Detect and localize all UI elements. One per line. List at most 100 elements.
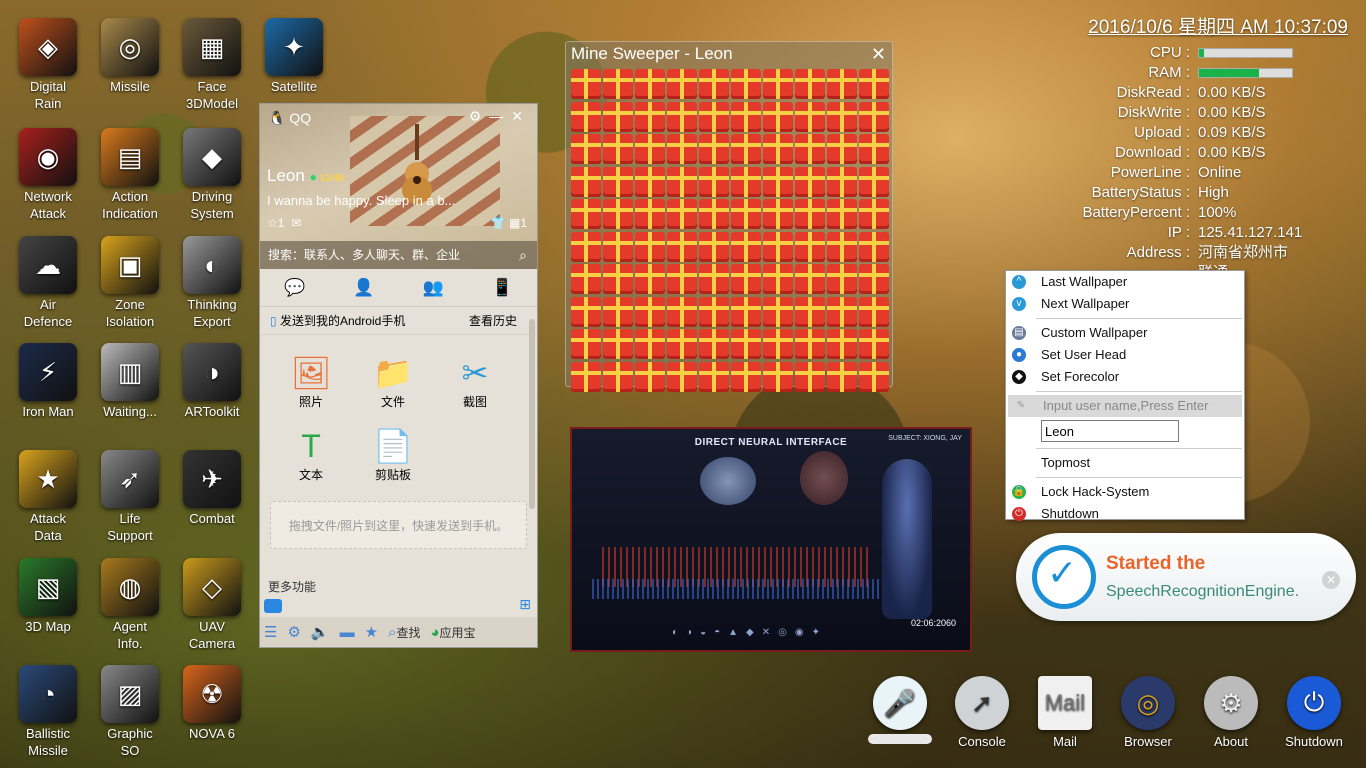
mine-cell[interactable] — [699, 166, 729, 197]
tab-groups[interactable]: 👥 — [423, 278, 444, 298]
mine-cell[interactable] — [827, 199, 857, 229]
mine-cell[interactable] — [699, 134, 729, 164]
mine-cell[interactable] — [827, 69, 857, 99]
mine-cell[interactable] — [827, 231, 857, 262]
mine-cell[interactable] — [635, 199, 665, 229]
mine-cell[interactable] — [603, 296, 633, 327]
mine-cell[interactable] — [731, 199, 761, 229]
mine-cell[interactable] — [795, 264, 825, 294]
mine-cell[interactable] — [667, 329, 697, 359]
mine-cell[interactable] — [667, 166, 697, 197]
mine-cell[interactable] — [763, 166, 793, 197]
qq-tool[interactable]: 📁 文件 — [352, 353, 434, 410]
mine-cell[interactable] — [795, 199, 825, 229]
desktop-icon[interactable]: ◈ Digital Rain — [8, 18, 88, 112]
mine-cell[interactable] — [699, 101, 729, 132]
mine-cell[interactable] — [827, 361, 857, 392]
mine-cell[interactable] — [635, 264, 665, 294]
send-to-phone[interactable]: ▯ 发送到我的Android手机 — [270, 307, 405, 334]
username-input[interactable] — [1041, 420, 1179, 442]
desktop-icon[interactable]: ◎ Missile — [90, 18, 170, 95]
mine-cell[interactable] — [763, 231, 793, 262]
mine-cell[interactable] — [603, 101, 633, 132]
settings-icon[interactable]: ⚙ — [287, 623, 300, 641]
desktop-icon[interactable]: ◇ UAV Camera — [172, 558, 252, 652]
menu-item-topmost[interactable]: Topmost — [1006, 452, 1244, 474]
desktop-icon[interactable]: ▦ Face 3DModel — [172, 18, 252, 112]
mine-cell[interactable] — [603, 231, 633, 262]
minimize-icon[interactable]: — — [489, 108, 511, 124]
mine-cell[interactable] — [635, 231, 665, 262]
windows-grid-icon[interactable]: ⊞ — [519, 596, 531, 613]
mine-cell[interactable] — [699, 296, 729, 327]
mine-cell[interactable] — [859, 199, 889, 229]
mine-cell[interactable] — [795, 101, 825, 132]
desktop-icon[interactable]: ◆ Driving System — [172, 128, 252, 222]
desktop-icon[interactable]: ▥ Waiting... — [90, 343, 170, 420]
dock-item[interactable]: ➚ Console — [946, 676, 1018, 749]
scrollbar[interactable] — [529, 319, 535, 509]
menu-icon[interactable]: ☰ — [264, 623, 277, 641]
tab-device[interactable]: 📱 — [492, 278, 513, 298]
mine-cell[interactable] — [699, 361, 729, 392]
mine-cell[interactable] — [827, 166, 857, 197]
mine-cell[interactable] — [827, 264, 857, 294]
mine-cell[interactable] — [635, 134, 665, 164]
mine-cell[interactable] — [635, 166, 665, 197]
mine-cell[interactable] — [731, 101, 761, 132]
mine-cell[interactable] — [859, 264, 889, 294]
online-status-icon[interactable]: ● — [310, 170, 317, 184]
mine-cell[interactable] — [795, 166, 825, 197]
drop-zone[interactable]: 拖拽文件/照片到这里，快速发送到手机。 — [270, 501, 527, 549]
mine-cell[interactable] — [667, 231, 697, 262]
mine-cell[interactable] — [859, 329, 889, 359]
tab-messages[interactable]: 💬 — [284, 278, 305, 298]
mine-cell[interactable] — [859, 101, 889, 132]
qq-nickname[interactable]: Leon — [267, 166, 305, 185]
dock-item[interactable]: ⚙ About — [1195, 676, 1267, 749]
folder-icon[interactable]: ▬ — [340, 624, 355, 641]
toast-close-button[interactable]: ✕ — [1322, 571, 1340, 589]
desktop-icon[interactable]: ◑ ARToolkit — [172, 343, 252, 420]
mine-cell[interactable] — [603, 134, 633, 164]
mine-cell[interactable] — [635, 101, 665, 132]
mine-cell[interactable] — [635, 329, 665, 359]
mine-cell[interactable] — [763, 199, 793, 229]
mine-cell[interactable] — [731, 231, 761, 262]
desktop-icon[interactable]: ◉ Network Attack — [8, 128, 88, 222]
mine-cell[interactable] — [603, 166, 633, 197]
mine-cell[interactable] — [859, 134, 889, 164]
menu-item[interactable]: ▤ Custom Wallpaper — [1006, 322, 1244, 344]
qq-tool[interactable]: T 文本 — [270, 426, 352, 483]
settings-icon[interactable]: ⚙ — [469, 108, 490, 124]
mine-cell[interactable] — [827, 329, 857, 359]
mine-cell[interactable] — [603, 264, 633, 294]
desktop-icon[interactable]: ➶ Life Support — [90, 450, 170, 544]
mine-cell[interactable] — [699, 199, 729, 229]
qq-tool[interactable]: ✂ 截图 — [434, 353, 516, 410]
clock[interactable]: 2016/10/6 星期四 AM 10:37:09 — [1028, 12, 1348, 39]
mine-cell[interactable] — [827, 296, 857, 327]
tab-contacts[interactable]: 👤 — [353, 278, 374, 298]
close-icon[interactable]: ✕ — [511, 108, 531, 124]
mine-cell[interactable] — [571, 101, 601, 132]
mine-cell[interactable] — [763, 69, 793, 99]
desktop-icon[interactable]: ◔ Ballistic Missile — [8, 665, 88, 759]
more-features[interactable]: 更多功能 — [268, 578, 316, 595]
desktop-icon[interactable]: ◐ Thinking Export — [172, 236, 252, 330]
qq-tool[interactable]: 🖼 照片 — [270, 353, 352, 410]
grid-icon[interactable]: ▦ — [509, 216, 520, 230]
mine-cell[interactable] — [795, 361, 825, 392]
mine-cell[interactable] — [571, 134, 601, 164]
mine-cell[interactable] — [859, 296, 889, 327]
menu-item-shutdown[interactable]: ⏻ Shutdown — [1006, 503, 1244, 525]
mine-cell[interactable] — [667, 264, 697, 294]
mail-icon[interactable]: ✉ — [291, 216, 301, 230]
cloud-icon[interactable] — [264, 599, 282, 613]
mine-cell[interactable] — [763, 361, 793, 392]
search-icon[interactable]: ⌕ — [519, 241, 527, 269]
mine-cell[interactable] — [571, 361, 601, 392]
mine-cell[interactable] — [859, 69, 889, 99]
desktop-icon[interactable]: ✦ Satellite — [254, 18, 334, 95]
minesweeper-close-button[interactable]: ✕ — [871, 44, 886, 65]
